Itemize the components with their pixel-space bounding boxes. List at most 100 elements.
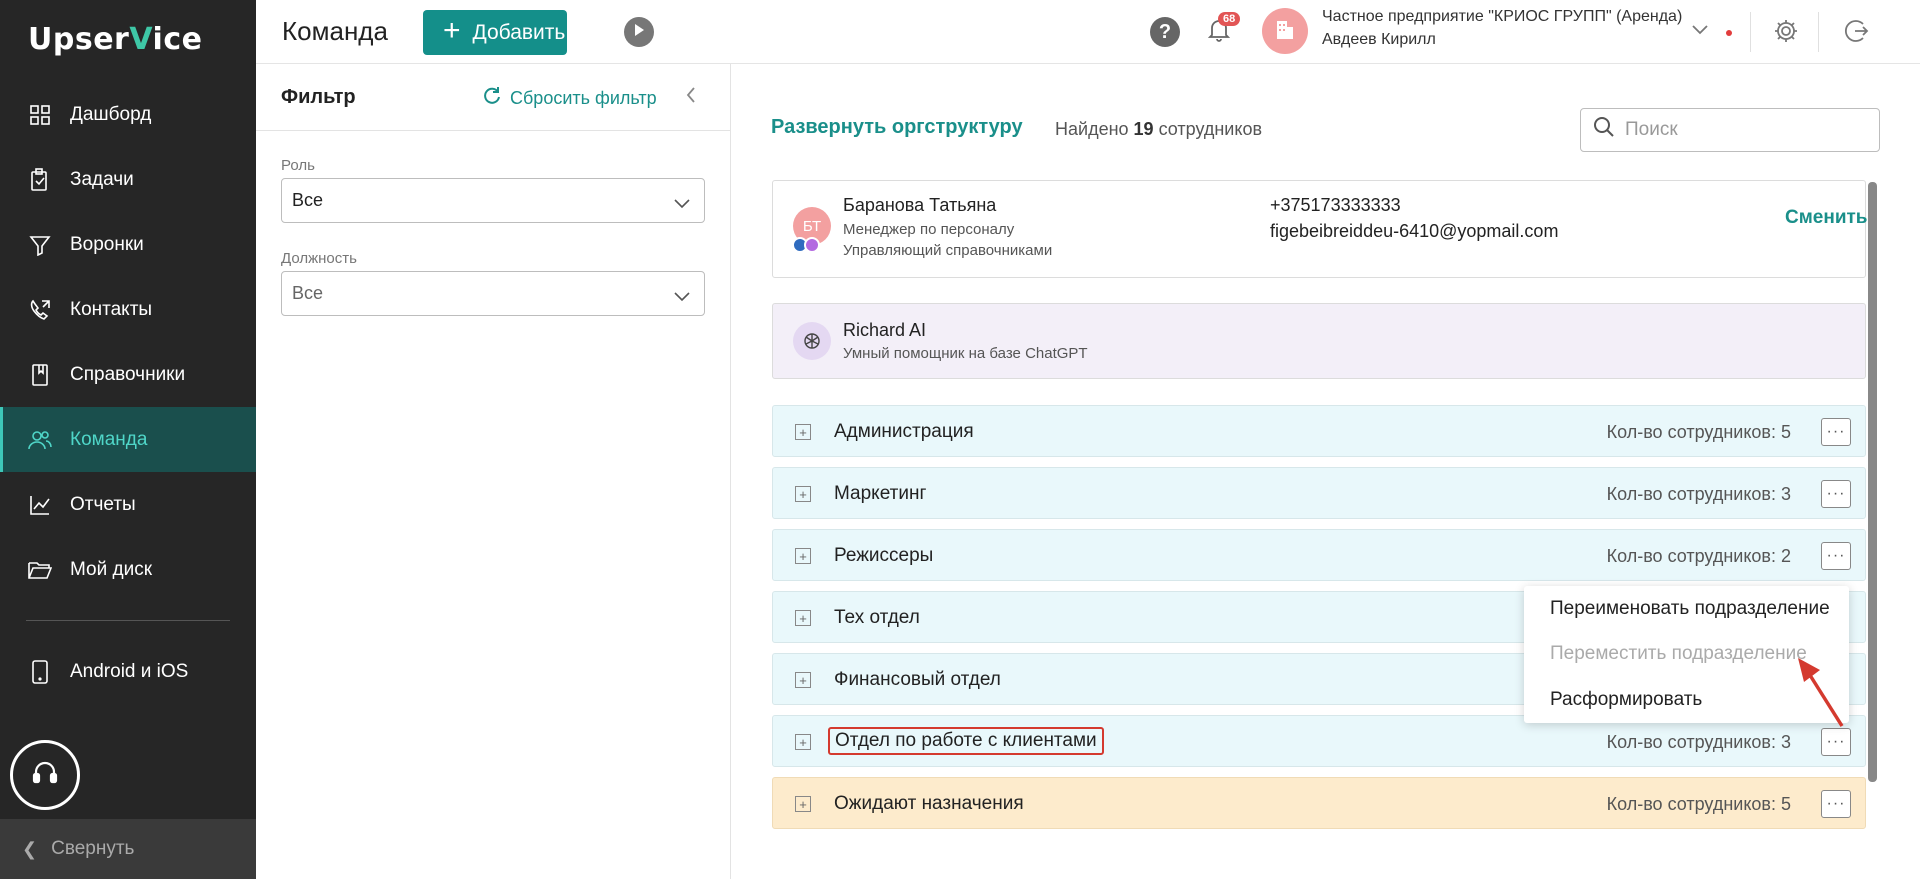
- sidebar-item-label: Задачи: [70, 168, 134, 190]
- expand-plus-icon[interactable]: +: [795, 548, 811, 564]
- current-user-card: БТ Баранова Татьяна Менеджер по персонал…: [772, 180, 1868, 278]
- sidebar-item-mobile[interactable]: Android и iOS: [0, 639, 256, 704]
- disband-department-item[interactable]: Расформировать: [1550, 689, 1702, 711]
- sidebar-item-tasks[interactable]: Задачи: [0, 147, 256, 212]
- user-card-name: Баранова Татьяна: [843, 195, 997, 215]
- sidebar-item-team[interactable]: Команда: [0, 407, 256, 472]
- annotation-arrow-icon: [1790, 650, 1850, 735]
- change-button[interactable]: Сменить: [1785, 207, 1868, 229]
- expand-plus-icon[interactable]: +: [795, 610, 811, 626]
- logo-check: V: [129, 22, 153, 57]
- expand-plus-icon[interactable]: +: [795, 796, 811, 812]
- role-label: Роль: [281, 157, 315, 174]
- sidebar-item-label: Справочники: [70, 363, 186, 385]
- found-count: 19: [1133, 119, 1154, 139]
- sidebar-item-label: Отчеты: [70, 493, 136, 515]
- main-content: Развернуть оргструктуру Найдено 19 сотру…: [732, 64, 1920, 879]
- more-options-button[interactable]: ···: [1821, 480, 1851, 508]
- user-card-phone: +375173333333: [1270, 195, 1401, 215]
- more-options-button[interactable]: ···: [1821, 418, 1851, 446]
- filter-divider: [256, 130, 730, 131]
- role-select-value: Все: [292, 190, 324, 210]
- collapse-filter-button[interactable]: [686, 86, 696, 109]
- expand-plus-icon[interactable]: +: [795, 424, 811, 440]
- role-badge-icon: [804, 237, 820, 253]
- department-name: Тех отдел: [834, 607, 920, 628]
- page-title: Команда: [282, 16, 388, 46]
- rename-department-item[interactable]: Переименовать подразделение: [1550, 598, 1830, 620]
- logo[interactable]: UpserVice: [28, 22, 202, 57]
- team-icon: [28, 428, 52, 452]
- logo-text-1: Upser: [28, 22, 130, 57]
- chevron-down-icon[interactable]: [1692, 22, 1708, 40]
- sidebar-item-contacts[interactable]: Контакты: [0, 277, 256, 342]
- department-name: Администрация: [834, 421, 974, 442]
- top-header: Команда + Добавить ? 68 Частное предприя…: [256, 0, 1920, 64]
- expand-plus-icon[interactable]: +: [795, 672, 811, 688]
- org-name[interactable]: Частное предприятие "КРИОС ГРУПП" (Аренд…: [1322, 8, 1682, 26]
- headset-icon: [32, 760, 58, 791]
- user-name[interactable]: Авдеев Кирилл: [1322, 31, 1436, 49]
- found-suffix: сотрудников: [1158, 119, 1263, 139]
- gear-icon: [1773, 20, 1799, 48]
- found-prefix: Найдено: [1055, 119, 1129, 139]
- user-card-role: Менеджер по персоналу: [843, 221, 1015, 238]
- header-divider: [1750, 12, 1751, 52]
- more-options-button[interactable]: ···: [1821, 542, 1851, 570]
- sidebar-item-reports[interactable]: Отчеты: [0, 472, 256, 537]
- chevron-left-icon: ❮: [22, 838, 38, 859]
- role-select[interactable]: Все: [281, 178, 705, 223]
- sidebar-item-my-disk[interactable]: Мой диск: [0, 537, 256, 602]
- department-row-waiting[interactable]: + Ожидают назначения Кол-во сотрудников:…: [772, 777, 1866, 829]
- expand-orgstructure-link[interactable]: Развернуть оргструктуру: [771, 116, 1023, 139]
- play-video-button[interactable]: [624, 17, 654, 47]
- sidebar-item-directories[interactable]: Справочники: [0, 342, 256, 407]
- tablet-icon: [28, 659, 52, 684]
- department-name: Режиссеры: [834, 545, 934, 566]
- move-department-item[interactable]: Переместить подразделение: [1550, 643, 1807, 665]
- reset-filter-button[interactable]: Сбросить фильтр: [482, 86, 657, 111]
- book-icon: [28, 363, 52, 387]
- chevron-down-icon: [674, 286, 690, 307]
- collapse-label: Свернуть: [51, 838, 135, 859]
- sidebar-item-dashboard[interactable]: Дашборд: [0, 82, 256, 147]
- sidebar-item-label: Команда: [70, 428, 148, 450]
- search-icon: [1593, 116, 1615, 144]
- expand-plus-icon[interactable]: +: [795, 734, 811, 750]
- reset-filter-label: Сбросить фильтр: [510, 88, 657, 108]
- add-button[interactable]: + Добавить: [423, 10, 567, 55]
- department-name-highlighted: Отдел по работе с клиентами: [828, 727, 1104, 755]
- user-card-email: figebeibreiddeu-6410@yopmail.com: [1270, 221, 1559, 241]
- sidebar: UpserVice Дашборд Задачи Воронки Контакт…: [0, 0, 256, 879]
- sidebar-item-funnels[interactable]: Воронки: [0, 212, 256, 277]
- expand-plus-icon[interactable]: +: [795, 486, 811, 502]
- support-button[interactable]: [10, 740, 80, 810]
- more-options-button[interactable]: ···: [1821, 790, 1851, 818]
- sidebar-item-label: Мой диск: [70, 558, 153, 580]
- filter-panel: Фильтр Сбросить фильтр Роль Все Должност…: [256, 64, 731, 879]
- position-select-value: Все: [292, 283, 324, 303]
- department-count: Кол-во сотрудников: 3: [1606, 484, 1791, 504]
- sidebar-nav: Дашборд Задачи Воронки Контакты Справочн…: [0, 82, 256, 704]
- department-name: Маркетинг: [834, 483, 927, 504]
- department-row[interactable]: + Администрация Кол-во сотрудников: 5 ··…: [772, 405, 1866, 457]
- scrollbar[interactable]: [1868, 182, 1877, 782]
- department-row[interactable]: + Режиссеры Кол-во сотрудников: 2 ···: [772, 529, 1866, 581]
- collapse-sidebar-button[interactable]: ❮ Свернуть: [0, 819, 256, 879]
- logo-text-2: ice: [152, 22, 203, 57]
- department-name: Ожидают назначения: [834, 793, 1024, 814]
- header-divider: [1818, 12, 1819, 52]
- department-row[interactable]: + Маркетинг Кол-во сотрудников: 3 ···: [772, 467, 1866, 519]
- department-count: Кол-во сотрудников: 2: [1606, 546, 1791, 566]
- org-avatar[interactable]: [1262, 8, 1308, 54]
- ai-assistant-card[interactable]: Richard AI Умный помощник на базе ChatGP…: [772, 303, 1866, 379]
- settings-button[interactable]: [1773, 18, 1799, 49]
- position-select[interactable]: Все: [281, 271, 705, 316]
- filter-title: Фильтр: [281, 86, 356, 108]
- help-button[interactable]: ?: [1150, 17, 1180, 47]
- building-icon: [1273, 17, 1297, 46]
- logout-icon: [1843, 20, 1869, 48]
- search-input[interactable]: Поиск: [1580, 108, 1880, 152]
- folder-icon: [28, 558, 52, 582]
- logout-button[interactable]: [1843, 18, 1869, 49]
